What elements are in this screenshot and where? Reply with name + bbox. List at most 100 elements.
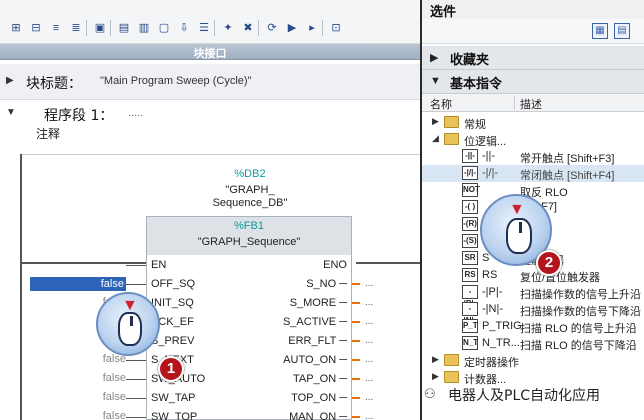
input-value-sw-top[interactable]: false bbox=[30, 410, 126, 420]
expand-arrow-icon: ▶ bbox=[430, 52, 439, 64]
network-comment[interactable]: 注释 bbox=[36, 125, 60, 142]
grid-view-icon[interactable]: ▦ bbox=[592, 23, 608, 39]
input-value-sw-tap[interactable]: false bbox=[30, 391, 126, 403]
watermark: ⚇ 电器人及PLC自动化应用 bbox=[424, 384, 640, 404]
symbolic-address-icon[interactable]: ▥ bbox=[136, 20, 152, 36]
insert-network-icon[interactable]: ⊞ bbox=[8, 20, 24, 36]
column-divider[interactable] bbox=[514, 96, 515, 110]
output-value-tap-on[interactable]: ... bbox=[365, 373, 373, 384]
set-breakpoint-icon[interactable]: ✖ bbox=[240, 20, 256, 36]
instruction-table-header: 名称 描述 bbox=[422, 94, 644, 112]
output-value-top-on[interactable]: ... bbox=[365, 392, 373, 403]
instance-db-name-line1[interactable]: "GRAPH_ bbox=[195, 184, 305, 196]
list-view-icon[interactable]: ▤ bbox=[614, 23, 630, 39]
step-badge-1: 1 bbox=[158, 356, 184, 382]
output-connector bbox=[352, 302, 360, 304]
down-arrow-icon: ▼ bbox=[509, 201, 525, 218]
output-pin-eno: ENO bbox=[323, 259, 347, 271]
output-value-auto-on[interactable]: ... bbox=[365, 354, 373, 365]
instance-db-number[interactable]: %DB2 bbox=[195, 168, 305, 180]
tree-instruction[interactable]: -||- -||- 常开触点 [Shift+F3] bbox=[422, 148, 644, 165]
insert-row-icon[interactable]: ≡ bbox=[48, 20, 64, 36]
expand-arrow-icon[interactable]: ▶ bbox=[432, 371, 439, 382]
favorite-icon[interactable]: ✦ bbox=[220, 20, 236, 36]
output-pin-err-flt: ERR_FLT ─ bbox=[288, 335, 347, 347]
output-connector bbox=[352, 283, 360, 285]
more-icon[interactable]: ▸ bbox=[304, 20, 320, 36]
tree-instruction[interactable]: -|N|- -|N|- 扫描操作数的信号下降沿 bbox=[422, 301, 644, 325]
instruction-icon: -(S) bbox=[462, 234, 478, 248]
options-title: 选件 bbox=[430, 5, 457, 20]
output-value-s-no[interactable]: ... bbox=[365, 278, 373, 289]
go-to-icon[interactable]: ⟳ bbox=[264, 20, 280, 36]
instruction-icon: -(R) bbox=[462, 217, 478, 231]
instruction-description: 扫描 RLO 的信号下降沿 bbox=[520, 340, 637, 352]
input-value-s-next[interactable]: false bbox=[30, 353, 126, 365]
expand-arrow-icon[interactable]: ▶ bbox=[432, 354, 439, 365]
append-row-icon[interactable]: ≣ bbox=[68, 20, 84, 36]
tree-instruction[interactable]: -|P|- -|P|- 扫描操作数的信号上升沿 bbox=[422, 284, 644, 308]
input-wire bbox=[126, 284, 146, 285]
instruction-icon: -|P|- bbox=[462, 285, 478, 308]
toolbar-separator bbox=[258, 20, 259, 36]
step-icon[interactable]: ▶ bbox=[284, 20, 300, 36]
expand-icon[interactable]: ⊡ bbox=[328, 20, 344, 36]
absolute-address-icon[interactable]: ▤ bbox=[116, 20, 132, 36]
delete-network-icon[interactable]: ⊟ bbox=[28, 20, 44, 36]
instance-db-name-line2[interactable]: Sequence_DB" bbox=[195, 197, 305, 209]
block-title-value[interactable]: "Main Program Sweep (Cycle)" bbox=[100, 75, 251, 87]
input-wire bbox=[126, 265, 146, 266]
instruction-name: -|P|- bbox=[482, 286, 503, 298]
column-desc-header[interactable]: 描述 bbox=[520, 96, 542, 112]
tree-folder[interactable]: ◢ 位逻辑... bbox=[422, 131, 644, 148]
tree-instruction[interactable]: -|/|- -|/|- 常闭触点 [Shift+F4] bbox=[422, 165, 644, 182]
tree-folder[interactable]: ▶ 常规 bbox=[422, 114, 644, 131]
output-value-man-on[interactable]: ... bbox=[365, 411, 373, 420]
output-connector bbox=[352, 416, 360, 418]
instruction-description: 扫描操作数的信号上升沿 bbox=[520, 289, 641, 301]
block-title-label: 块标题： bbox=[26, 76, 82, 92]
input-wire bbox=[126, 379, 146, 380]
favorites-section[interactable]: ▶ 收藏夹 bbox=[422, 46, 644, 70]
block-interface-bar[interactable]: 块接口 bbox=[0, 44, 420, 60]
instruction-name: -|/|- bbox=[482, 167, 499, 179]
instruction-icon: -|/|- bbox=[462, 166, 478, 180]
output-value-err-flt[interactable]: ... bbox=[365, 335, 373, 346]
collapse-arrow-icon[interactable]: ▶ bbox=[6, 75, 14, 86]
tree-folder[interactable]: ▶ 定时器操作 bbox=[422, 352, 644, 369]
instruction-description: 复位/置位触发器 bbox=[520, 272, 601, 284]
tree-instruction[interactable]: P_T P_TRIG 扫描 RLO 的信号上升沿 bbox=[422, 318, 644, 335]
folder-icon bbox=[444, 133, 459, 145]
column-name-header[interactable]: 名称 bbox=[430, 96, 452, 112]
collapse-arrow-icon[interactable]: ◢ bbox=[432, 133, 439, 144]
input-value-off-sq[interactable]: false bbox=[30, 277, 126, 291]
output-pin-s-no: S_NO ─ bbox=[306, 278, 347, 290]
comment-icon[interactable]: ▢ bbox=[156, 20, 172, 36]
basic-instructions-section[interactable]: ▼ 基本指令 bbox=[422, 70, 644, 94]
input-value-sw-auto[interactable]: false bbox=[30, 372, 126, 384]
input-pin-s-prev: S_PREV bbox=[151, 335, 195, 347]
tree-instruction[interactable]: RS RS 复位/置位触发器 bbox=[422, 267, 644, 284]
step-badge-2: 2 bbox=[536, 250, 562, 276]
tree-instruction[interactable]: N_T N_TR... 扫描 RLO 的信号下降沿 bbox=[422, 335, 644, 352]
function-block[interactable]: %FB1 "GRAPH_Sequence" EN OFF_SQ INIT_SQ ACK… bbox=[146, 216, 352, 420]
output-value-s-active[interactable]: ... bbox=[365, 316, 373, 327]
tree-instruction[interactable]: NOT 取反 RLO bbox=[422, 182, 644, 199]
function-block-number: %FB1 bbox=[234, 220, 264, 232]
input-pin-off-sq: OFF_SQ bbox=[151, 278, 196, 290]
output-connector bbox=[352, 340, 360, 342]
output-value-s-more[interactable]: ... bbox=[365, 297, 373, 308]
monitor-icon[interactable]: ▣ bbox=[92, 20, 108, 36]
network-title-value[interactable]: ..... bbox=[128, 107, 143, 119]
toolbar-separator bbox=[86, 20, 87, 36]
mouse-icon bbox=[118, 312, 142, 346]
list-icon[interactable]: ☰ bbox=[196, 20, 212, 36]
instruction-description: 常闭触点 [Shift+F4] bbox=[520, 170, 615, 182]
toolbar-separator bbox=[214, 20, 215, 36]
input-wire bbox=[126, 398, 146, 399]
expand-arrow-icon[interactable]: ▶ bbox=[432, 116, 439, 127]
program-editor: ⊞ ⊟ ≡ ≣ ▣ ▤ ▥ ▢ ⇩ ☰ ✦ ✖ ⟳ ▶ ▸ ⊡ 块接口 ▶ 块标题： "Main Progra… bbox=[0, 0, 420, 420]
download-icon[interactable]: ⇩ bbox=[176, 20, 192, 36]
folder-icon bbox=[444, 371, 459, 383]
expand-arrow-icon[interactable]: ▼ bbox=[6, 107, 16, 118]
